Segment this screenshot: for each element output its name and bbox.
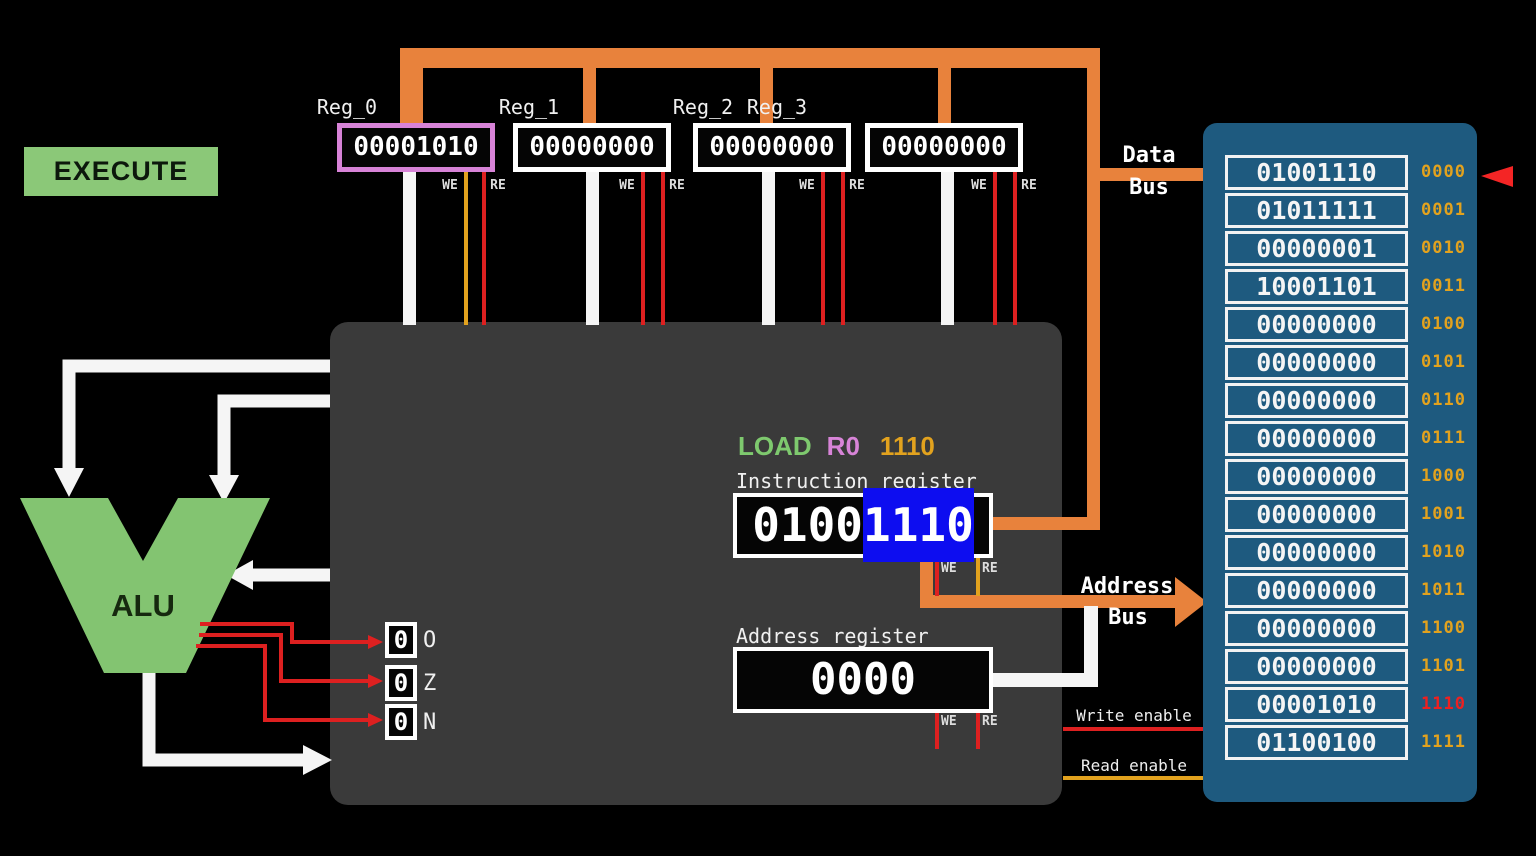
reg2-box: 00000000 [693,123,851,172]
address-register-value: 0000 [737,651,989,709]
memory-address: 0110 [1421,390,1466,410]
ar-we-label: WE [941,714,967,729]
flag-o-label: O [423,628,436,653]
address-bus-label-line1: Address [1075,574,1179,599]
memory-cell: 00000000 [1225,459,1408,494]
memory-address-active: 1110 [1421,694,1466,714]
memory-cell: 00000000 [1225,497,1408,532]
memory-address: 0000 [1421,162,1466,182]
memory-address: 0011 [1421,276,1466,296]
memory-cell: 01100100 [1225,725,1408,760]
memory-address: 0101 [1421,352,1466,372]
memory-panel: 01001110 0000 01011111 0001 00000001 001… [1203,123,1477,802]
reg0-value: 00001010 [342,128,490,167]
memory-address: 1001 [1421,504,1466,524]
memory-address: 1111 [1421,732,1466,752]
memory-address: 1011 [1421,580,1466,600]
read-enable-label: Read enable [1065,756,1203,775]
memory-cell: 00000000 [1225,649,1408,684]
instruction-register-box: 01001110 [733,493,993,558]
memory-address: 1100 [1421,618,1466,638]
read-enable-wire [1063,776,1203,780]
flag-wires [196,624,368,720]
ar-re-label: RE [982,714,1008,729]
memory-cell: 00000001 [1225,231,1408,266]
reg0-label: Reg_0 [297,95,397,119]
reg2-re-label: RE [844,178,870,193]
reg1-we-label: WE [614,178,640,193]
reg1-label: Reg_1 [479,95,579,119]
data-bus-label-line1: Data [1118,143,1180,168]
address-register-wire [993,606,1091,680]
instruction-register-operand: R0 [827,431,860,462]
reg0-box: 00001010 [337,123,495,172]
flag-z-box: 0 [385,665,417,701]
write-enable-label: Write enable [1065,706,1203,725]
reg3-re-label: RE [1016,178,1042,193]
address-register-box: 0000 [733,647,993,713]
reg3-label: Reg_3 [727,95,827,119]
memory-cell: 00000000 [1225,383,1408,418]
reg3-value: 00000000 [870,128,1018,167]
reg2-we-label: WE [794,178,820,193]
cpu-simulator-canvas: EXECUTE Reg_0 Reg_1 Reg_2 Reg_3 00001010… [0,0,1536,856]
instruction-mnemonic: LOAD [738,431,812,462]
memory-cell: 01001110 [1225,155,1408,190]
memory-cell: 00000000 [1225,307,1408,342]
ir-re-label: RE [982,561,1008,576]
address-bus-label-line2: Bus [1093,605,1163,630]
flag-z-label: Z [423,671,436,696]
flag-o-box: 0 [385,622,417,658]
reg3-box: 00000000 [865,123,1023,172]
flag-n-box: 0 [385,704,417,740]
reg3-we-label: WE [966,178,992,193]
instruction-address-operand: 1110 [880,431,935,462]
flag-o-value: 0 [394,626,408,654]
memory-cell: 00000000 [1225,345,1408,380]
memory-address: 0111 [1421,428,1466,448]
current-instruction: LOAD R0 1110 [738,431,935,462]
ir-we-label: WE [941,561,967,576]
ir-opcode-bits: 0100 [752,498,863,552]
reg1-value: 00000000 [518,128,666,167]
memory-address: 0100 [1421,314,1466,334]
memory-cell: 10001101 [1225,269,1408,304]
data-bus-label-line2: Bus [1118,175,1180,200]
memory-cell: 01011111 [1225,193,1408,228]
address-register-label: Address register [736,624,929,648]
memory-cell: 00001010 [1225,687,1408,722]
execute-button[interactable]: EXECUTE [24,147,218,196]
memory-cell: 00000000 [1225,611,1408,646]
write-enable-wire [1063,727,1203,731]
reg0-re-label: RE [485,178,511,193]
ir-operand-bits-highlighted: 1110 [863,488,974,562]
memory-cell: 00000000 [1225,535,1408,570]
flag-z-value: 0 [394,669,408,697]
memory-address: 1000 [1421,466,1466,486]
reg2-value: 00000000 [698,128,846,167]
alu-label: ALU [100,588,186,624]
flag-n-label: N [423,710,436,735]
memory-address: 0010 [1421,238,1466,258]
flag-wire-arrowheads [368,635,383,727]
memory-cell: 00000000 [1225,573,1408,608]
reg1-re-label: RE [664,178,690,193]
reg0-we-label: WE [437,178,463,193]
memory-address: 1010 [1421,542,1466,562]
flag-n-value: 0 [394,708,408,736]
memory-address: 1101 [1421,656,1466,676]
memory-address: 0001 [1421,200,1466,220]
memory-pointer-icon [1481,166,1513,187]
reg1-box: 00000000 [513,123,671,172]
register-enable-wires [464,170,1017,325]
memory-cell: 00000000 [1225,421,1408,456]
